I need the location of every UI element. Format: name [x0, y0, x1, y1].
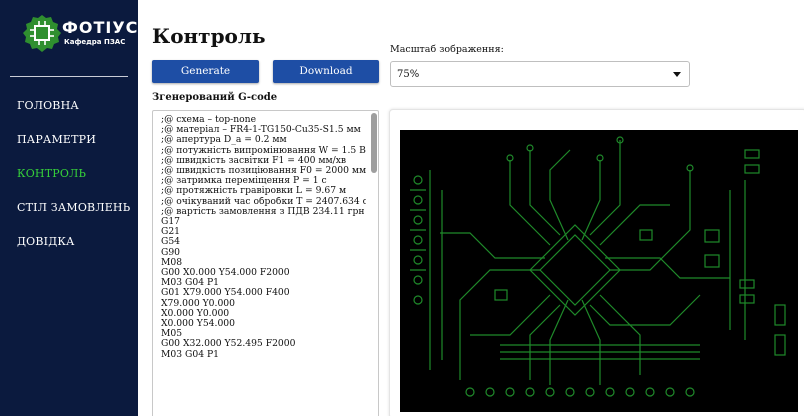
- sidebar-divider: [10, 76, 128, 77]
- scale-select[interactable]: 75%: [390, 61, 690, 87]
- download-button[interactable]: Download: [273, 60, 379, 83]
- gcode-line: G54: [161, 237, 181, 248]
- pcb-traces-image: [410, 136, 786, 397]
- gcode-line: X0.000 Y0.000: [161, 308, 230, 319]
- logo-subtitle: Кафедра ПЗАС: [64, 38, 126, 46]
- pcb-preview-panel: [389, 109, 804, 416]
- sidebar-item-help[interactable]: ДОВІДКА: [0, 234, 138, 268]
- gcode-line: M03 G04 P1: [161, 349, 219, 360]
- gcode-line: ;@ апертура D_a = 0.2 мм: [161, 135, 287, 146]
- sidebar-nav: ГОЛОВНА ПАРАМЕТРИ КОНТРОЛЬ СТІЛ ЗАМОВЛЕН…: [0, 98, 138, 268]
- gcode-line: G90: [161, 247, 181, 258]
- generate-button[interactable]: Generate: [152, 60, 259, 83]
- gcode-line: ;@ матеріал – FR4-1-TG150-Cu35-S1.5 мм: [161, 125, 361, 136]
- gcode-scrollbar[interactable]: [371, 113, 377, 173]
- circuit-badge-icon: [23, 15, 61, 52]
- gcode-line: X0.000 Y54.000: [161, 319, 235, 330]
- gcode-line: ;@ затримка переміщення P = 1 с: [161, 176, 327, 187]
- gcode-line: G00 X32.000 Y52.495 F2000: [161, 339, 296, 350]
- logo-title: ФОТІУС: [62, 18, 139, 37]
- gcode-lines: ;@ схема – top-none ;@ матеріал – FR4-1-T…: [161, 115, 366, 360]
- sidebar: ФОТІУС Кафедра ПЗАС ГОЛОВНА ПАРАМЕТРИ КО…: [0, 0, 138, 416]
- gcode-line: ;@ очікуваний час обробки T = 2407.634 с: [161, 196, 366, 207]
- pcb-preview-canvas: [400, 130, 798, 412]
- gcode-line: ;@ швидкість засвітки F1 = 400 мм/хв: [161, 155, 347, 166]
- gcode-line: G21: [161, 227, 181, 238]
- gcode-line: ;@ потужність випромінювання W = 1.5 Вт: [161, 145, 366, 156]
- page-title: Контроль: [152, 24, 266, 48]
- sidebar-item-control[interactable]: КОНТРОЛЬ: [0, 166, 138, 200]
- gcode-line: X79.000 Y0.000: [161, 298, 235, 309]
- gcode-line: M05: [161, 329, 183, 340]
- gcode-line: G17: [161, 217, 181, 228]
- gcode-line: G00 X0.000 Y54.000 F2000: [161, 268, 290, 279]
- sidebar-item-order-table[interactable]: СТІЛ ЗАМОВЛЕНЬ: [0, 200, 138, 234]
- gcode-line: ;@ схема – top-none: [161, 115, 257, 125]
- logo: ФОТІУС Кафедра ПЗАС: [22, 10, 137, 62]
- sidebar-item-home[interactable]: ГОЛОВНА: [0, 98, 138, 132]
- gcode-line: G01 X79.000 Y54.000 F400: [161, 288, 290, 299]
- chevron-down-icon: [673, 72, 681, 77]
- gcode-line: ;@ вартість замовлення з ПДВ 234.11 грн: [161, 206, 365, 217]
- scale-selected-value: 75%: [397, 69, 420, 80]
- scale-label: Масштаб зображення:: [390, 44, 504, 55]
- gcode-line: M03 G04 P1: [161, 278, 219, 289]
- sidebar-item-parameters[interactable]: ПАРАМЕТРИ: [0, 132, 138, 166]
- gcode-label: Згенерований G-code: [152, 92, 278, 103]
- gcode-line: ;@ протяжність гравіровки L = 9.67 м: [161, 186, 347, 197]
- gcode-line: ;@ швидкість позиціювання F0 = 2000 мм/х…: [161, 166, 366, 177]
- gcode-textarea[interactable]: ;@ схема – top-none ;@ матеріал – FR4-1-T…: [152, 110, 379, 416]
- gcode-line: M08: [161, 257, 183, 268]
